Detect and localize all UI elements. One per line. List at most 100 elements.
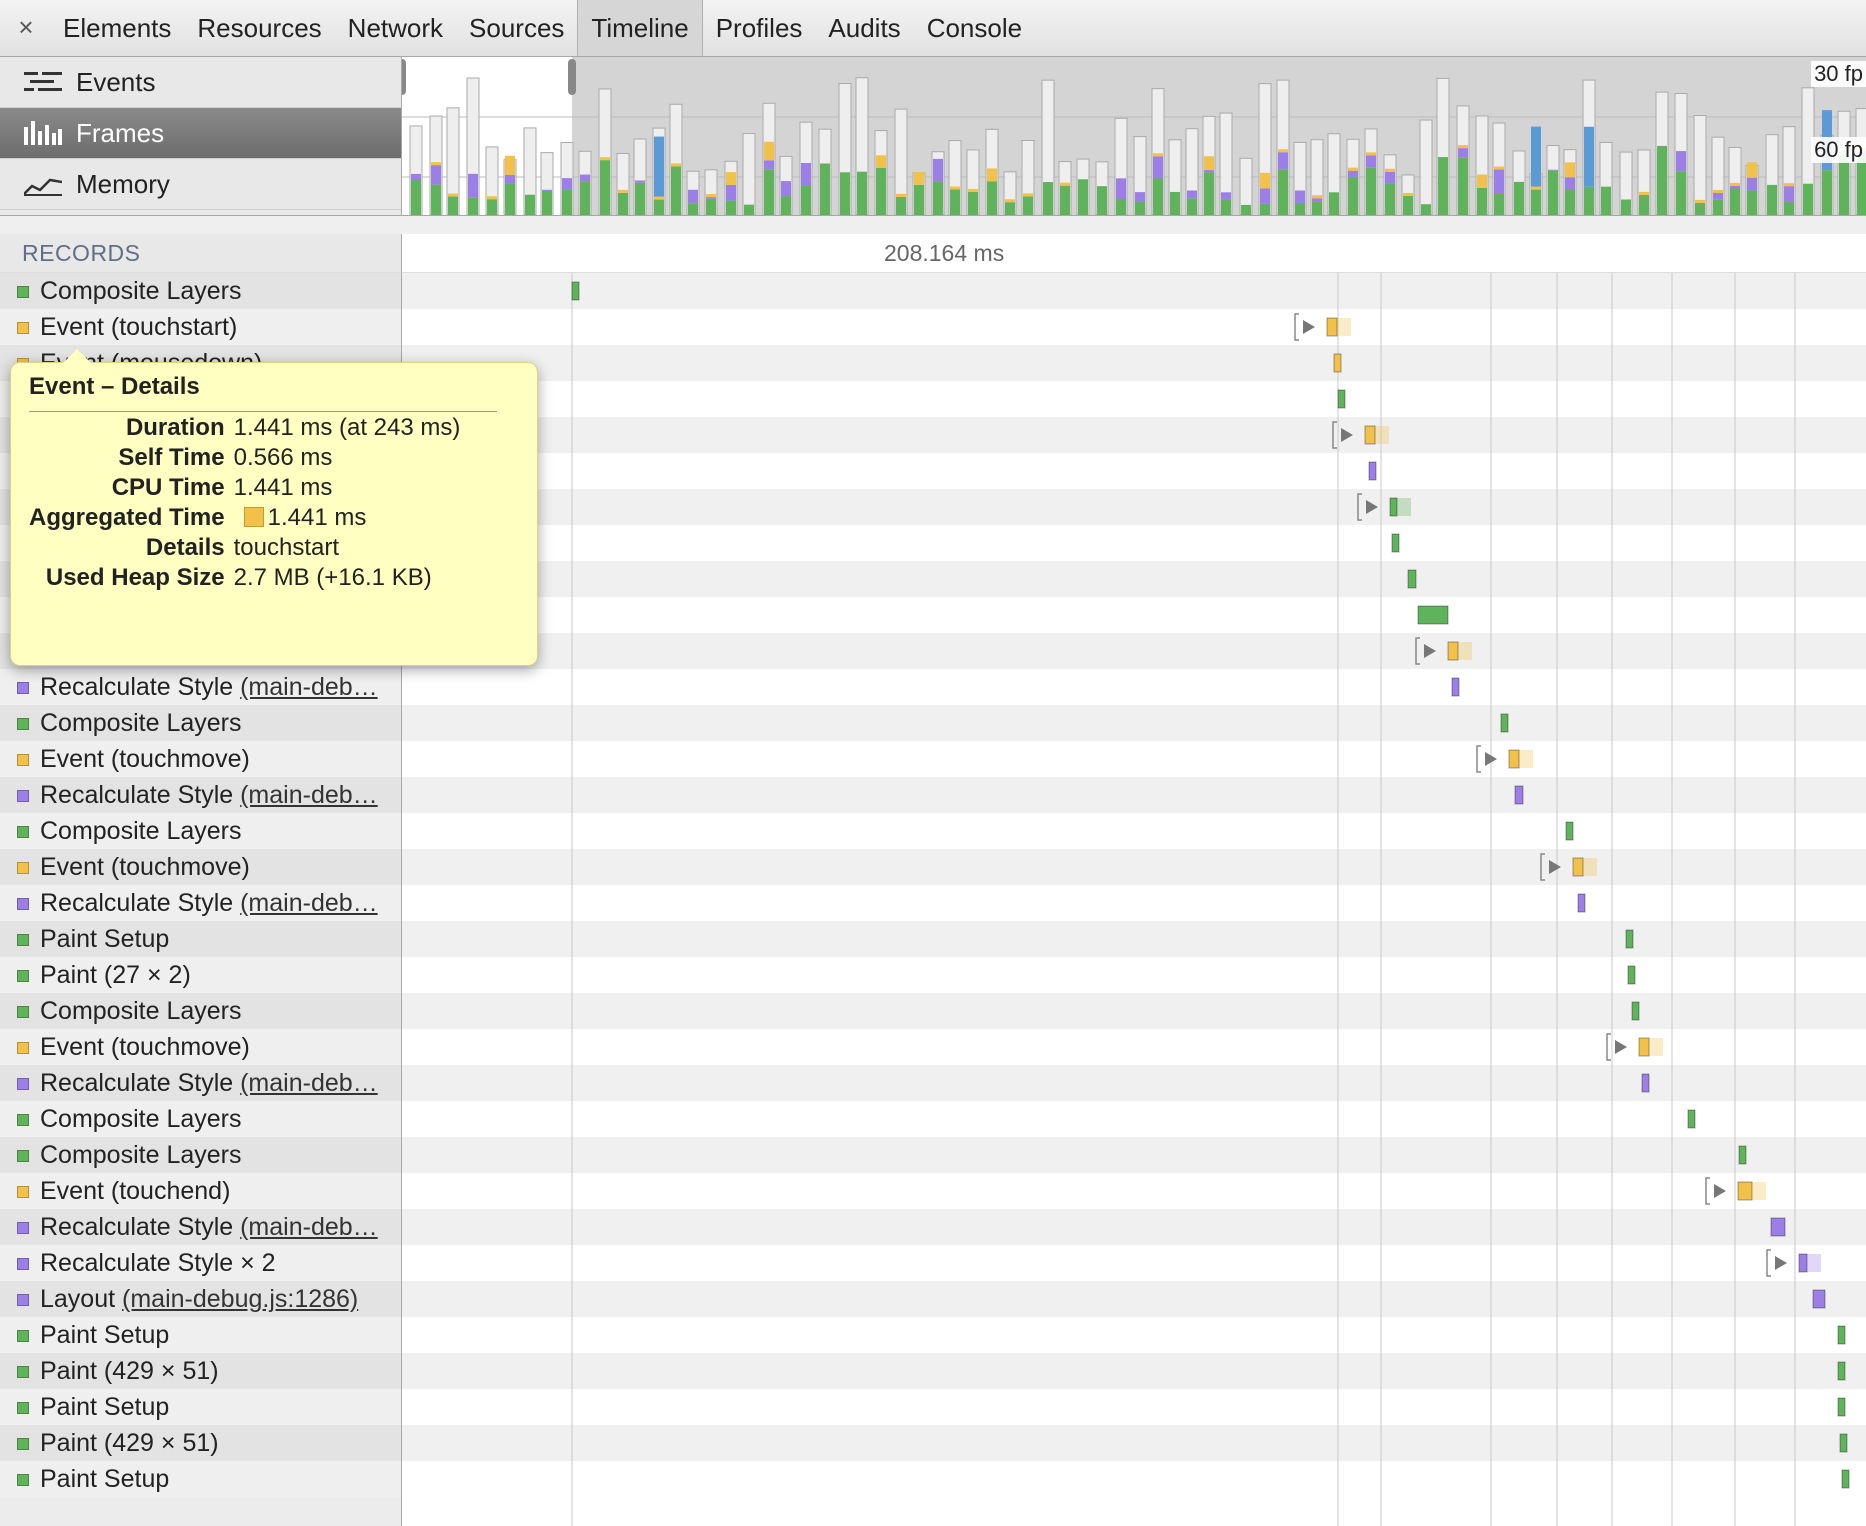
frame-bar-segment	[968, 191, 978, 215]
record-row[interactable]: Event (touchstart)	[0, 309, 401, 345]
frame-bar-segment	[505, 183, 515, 215]
detail-row: Used Heap Size 2.7 MB (+16.1 KB)	[29, 563, 460, 593]
tab-elements[interactable]: Elements	[50, 0, 184, 56]
frame-bar-segment	[1548, 169, 1558, 171]
record-row[interactable]: Composite Layers	[0, 993, 401, 1029]
frame-bar-segment	[1348, 170, 1358, 177]
frame-bar-segment	[1043, 182, 1053, 215]
record-category-swatch	[17, 754, 29, 766]
close-icon[interactable]: ×	[14, 12, 38, 43]
record-category-swatch	[17, 322, 29, 334]
record-title: Recalculate Style	[40, 781, 234, 809]
record-row[interactable]: Event (touchmove)	[0, 849, 401, 885]
frame-bar-segment	[562, 189, 572, 215]
record-row[interactable]: Recalculate Style (main-deb…	[0, 777, 401, 813]
record-title: Event (touchmove)	[40, 1033, 250, 1061]
tab-network[interactable]: Network	[335, 0, 456, 56]
frame-bar-segment	[600, 157, 610, 161]
record-name: Paint Setup	[40, 1461, 169, 1497]
record-row[interactable]: Event (touchmove)	[0, 741, 401, 777]
expand-triangle-icon	[1714, 1184, 1726, 1198]
tab-console[interactable]: Console	[914, 0, 1035, 56]
record-title: Paint (27 × 2)	[40, 961, 191, 989]
tab-timeline[interactable]: Timeline	[577, 0, 703, 56]
record-row[interactable]: Composite Layers	[0, 1137, 401, 1173]
record-source-link[interactable]: (main-deb…	[240, 1069, 378, 1097]
timeline-grid[interactable]	[402, 273, 1866, 1526]
record-source-link[interactable]: (main-deb…	[240, 1213, 378, 1241]
expand-bracket	[1294, 313, 1299, 341]
record-title: Event (touchend)	[40, 1177, 231, 1205]
record-row[interactable]: Layout (main-debug.js:1286)	[0, 1281, 401, 1317]
record-row[interactable]: Paint Setup	[0, 1317, 401, 1353]
record-source-link[interactable]: (main-deb…	[240, 673, 378, 701]
frame-bar-segment	[1187, 198, 1197, 215]
record-row[interactable]: Recalculate Style (main-deb…	[0, 1209, 401, 1245]
overview-frames-item[interactable]: Frames	[0, 108, 401, 159]
frame-bar-segment	[987, 168, 997, 182]
record-row[interactable]: Recalculate Style (main-deb…	[0, 669, 401, 705]
frame-bar-segment	[1713, 192, 1723, 200]
record-category-swatch	[17, 1330, 29, 1342]
frame-bar-segment	[1260, 172, 1270, 189]
record-row[interactable]: Paint (27 × 2)	[0, 957, 401, 993]
pane-divider[interactable]	[0, 215, 1866, 235]
record-name: Composite Layers	[40, 705, 241, 741]
record-bar	[1333, 353, 1342, 373]
record-row[interactable]: Event (touchend)	[0, 1173, 401, 1209]
frame-bar-segment	[914, 172, 924, 185]
record-bar	[1638, 1037, 1650, 1057]
record-name: Composite Layers	[40, 273, 241, 309]
record-row[interactable]: Recalculate Style × 2	[0, 1245, 401, 1281]
record-category-swatch	[17, 286, 29, 298]
frame-bar-segment	[580, 174, 590, 182]
frame-bar-segment	[1204, 156, 1214, 171]
frame-bar-segment	[505, 155, 515, 175]
record-row[interactable]: Composite Layers	[0, 813, 401, 849]
overview-events-item[interactable]: Events	[0, 57, 401, 108]
record-source-link[interactable]: (main-deb…	[240, 781, 378, 809]
frame-bar-segment	[1385, 183, 1395, 215]
record-category-swatch	[17, 790, 29, 802]
record-source-link[interactable]: (main-debug.js:1286)	[122, 1285, 358, 1313]
record-row[interactable]: Event (touchmove)	[0, 1029, 401, 1065]
expand-bracket	[1606, 1033, 1611, 1061]
record-title: Recalculate Style × 2	[40, 1249, 276, 1277]
overview-memory-item[interactable]: Memory	[0, 159, 401, 210]
frame-bar-segment	[635, 182, 645, 215]
tab-resources[interactable]: Resources	[184, 0, 334, 56]
record-title: Composite Layers	[40, 709, 242, 737]
record-row[interactable]: Composite Layers	[0, 705, 401, 741]
tab-sources[interactable]: Sources	[456, 0, 577, 56]
record-row[interactable]: Paint (429 × 51)	[0, 1353, 401, 1389]
record-bar	[1798, 1253, 1808, 1273]
record-name: Composite Layers	[40, 1137, 241, 1173]
record-category-swatch	[17, 862, 29, 874]
frame-bar-segment	[876, 167, 886, 215]
record-row[interactable]: Paint Setup	[0, 921, 401, 957]
record-row[interactable]: Composite Layers	[0, 273, 401, 309]
tab-audits[interactable]: Audits	[815, 0, 913, 56]
frame-bar-segment	[1676, 151, 1686, 172]
expand-bracket	[1357, 493, 1362, 521]
overview-mode-list: Events Frames Memory	[0, 57, 402, 215]
record-title: Paint (429 × 51)	[40, 1429, 219, 1457]
frames-overview-chart[interactable]: 30 fp 60 fp	[402, 57, 1866, 215]
frame-bar-segment	[1348, 167, 1358, 171]
record-source-link[interactable]: (main-deb…	[240, 889, 378, 917]
record-category-swatch	[17, 1258, 29, 1270]
record-bar	[1631, 1001, 1640, 1021]
record-row[interactable]: Paint Setup	[0, 1461, 401, 1497]
record-row[interactable]: Recalculate Style (main-deb…	[0, 1065, 401, 1101]
record-row[interactable]: Recalculate Style (main-deb…	[0, 885, 401, 921]
record-bar	[1389, 497, 1398, 517]
tab-profiles[interactable]: Profiles	[703, 0, 816, 56]
record-row[interactable]: Composite Layers	[0, 1101, 401, 1137]
record-row[interactable]: Paint Setup	[0, 1389, 401, 1425]
record-title: Event (touchstart)	[40, 313, 238, 341]
frame-bar-segment	[706, 194, 716, 198]
frame-bar-segment	[781, 196, 791, 215]
frame-bar-segment	[1477, 187, 1487, 215]
frame-bar-segment	[1565, 162, 1575, 178]
record-row[interactable]: Paint (429 × 51)	[0, 1425, 401, 1461]
